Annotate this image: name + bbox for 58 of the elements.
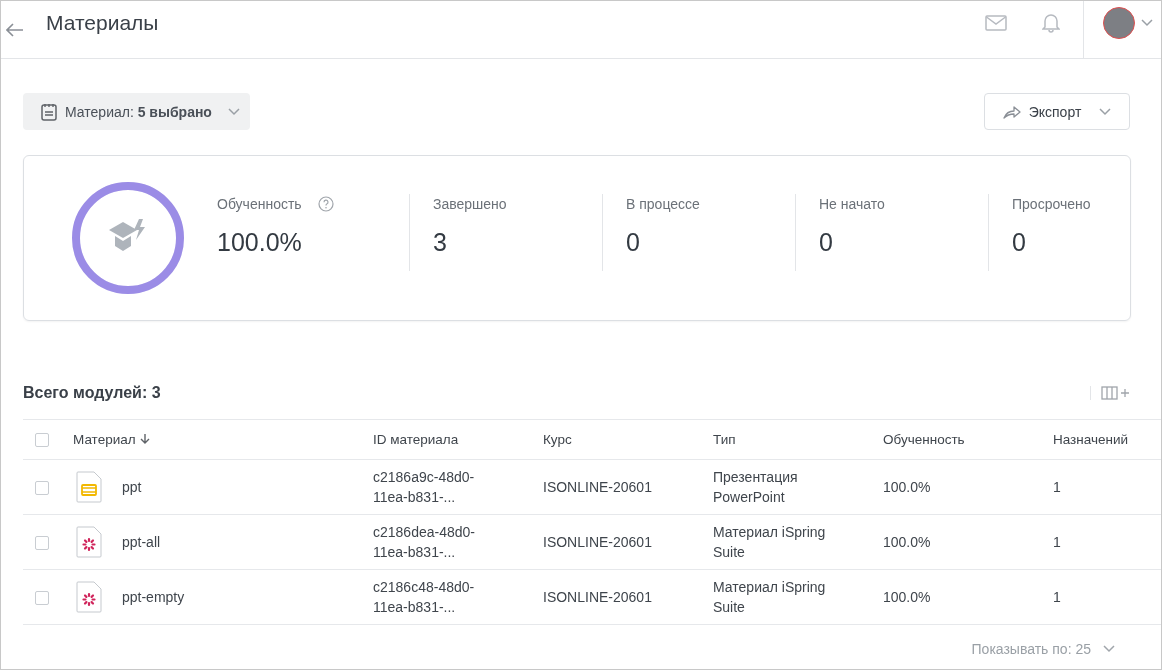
add-column-icon[interactable] — [1090, 386, 1131, 400]
row-checkbox[interactable] — [35, 536, 49, 551]
mail-icon[interactable] — [985, 14, 1007, 31]
material-id: c2186c48-48d0-11ea-b831-... — [373, 578, 476, 617]
material-type: Материал iSpring Suite — [713, 578, 827, 617]
asterisk-file-icon — [76, 526, 102, 558]
column-header[interactable]: Тип — [713, 432, 736, 447]
stat-label: Не начато — [819, 196, 885, 212]
column-header[interactable]: ID материала — [373, 432, 459, 447]
chevron-down-icon[interactable] — [1141, 18, 1153, 27]
assignments-count: 1 — [1053, 589, 1061, 605]
total-modules: Всего модулей: 3 — [23, 384, 161, 402]
share-arrow-icon — [1002, 104, 1021, 119]
stat-value: 100.0% — [217, 228, 303, 257]
stat-value: 0 — [626, 228, 641, 257]
progress-value: 100.0% — [883, 534, 931, 550]
column-header[interactable]: Обученность — [883, 432, 965, 447]
course-code: ISONLINE-20601 — [543, 589, 652, 605]
help-icon[interactable] — [317, 196, 334, 212]
page-title: Материалы — [46, 10, 159, 35]
stat-label: Просрочено — [1012, 196, 1091, 212]
asterisk-file-icon — [76, 581, 102, 613]
export-button[interactable]: Экспорт — [984, 93, 1130, 130]
column-header[interactable]: Курс — [543, 432, 572, 447]
bell-icon[interactable] — [1042, 12, 1060, 33]
material-id: c2186a9c-48d0-11ea-b831-... — [373, 468, 476, 507]
stat-label: Обученность — [217, 196, 302, 212]
stat-value: 3 — [433, 228, 448, 257]
sort-down-arrow-icon — [139, 434, 150, 445]
material-type: Презентация PowerPoint — [713, 468, 799, 507]
stat-label: В процессе — [626, 196, 700, 212]
course-code: ISONLINE-20601 — [543, 534, 652, 550]
stat-value: 0 — [819, 228, 834, 257]
assignments-count: 1 — [1053, 479, 1061, 495]
material-id: c2186dea-48d0-11ea-b831-... — [373, 523, 476, 562]
stat-label: Завершено — [433, 196, 507, 212]
material-name[interactable]: ppt-all — [122, 534, 161, 550]
course-code: ISONLINE-20601 — [543, 479, 652, 495]
chevron-down-icon — [1099, 107, 1112, 116]
chevron-down-icon — [227, 107, 240, 116]
material-type: Материал iSpring Suite — [713, 523, 827, 562]
back-arrow-icon[interactable] — [6, 22, 24, 37]
progress-value: 100.0% — [883, 589, 931, 605]
select-all-checkbox[interactable] — [35, 433, 49, 448]
progress-value: 100.0% — [883, 479, 931, 495]
row-checkbox[interactable] — [35, 481, 49, 496]
column-header[interactable]: Материал — [73, 432, 150, 447]
material-name[interactable]: ppt — [122, 479, 142, 495]
column-header[interactable]: Назначений — [1053, 432, 1129, 447]
material-filter[interactable]: Материал: 5 выбрано — [23, 93, 250, 130]
chevron-down-icon — [1103, 645, 1115, 653]
material-name[interactable]: ppt-empty — [122, 589, 185, 605]
assignments-count: 1 — [1053, 534, 1061, 550]
user-avatar[interactable] — [1103, 6, 1135, 39]
stat-value: 0 — [1012, 228, 1027, 257]
presentation-file-icon — [76, 471, 102, 503]
notepad-icon — [41, 102, 57, 121]
row-checkbox[interactable] — [35, 591, 49, 606]
